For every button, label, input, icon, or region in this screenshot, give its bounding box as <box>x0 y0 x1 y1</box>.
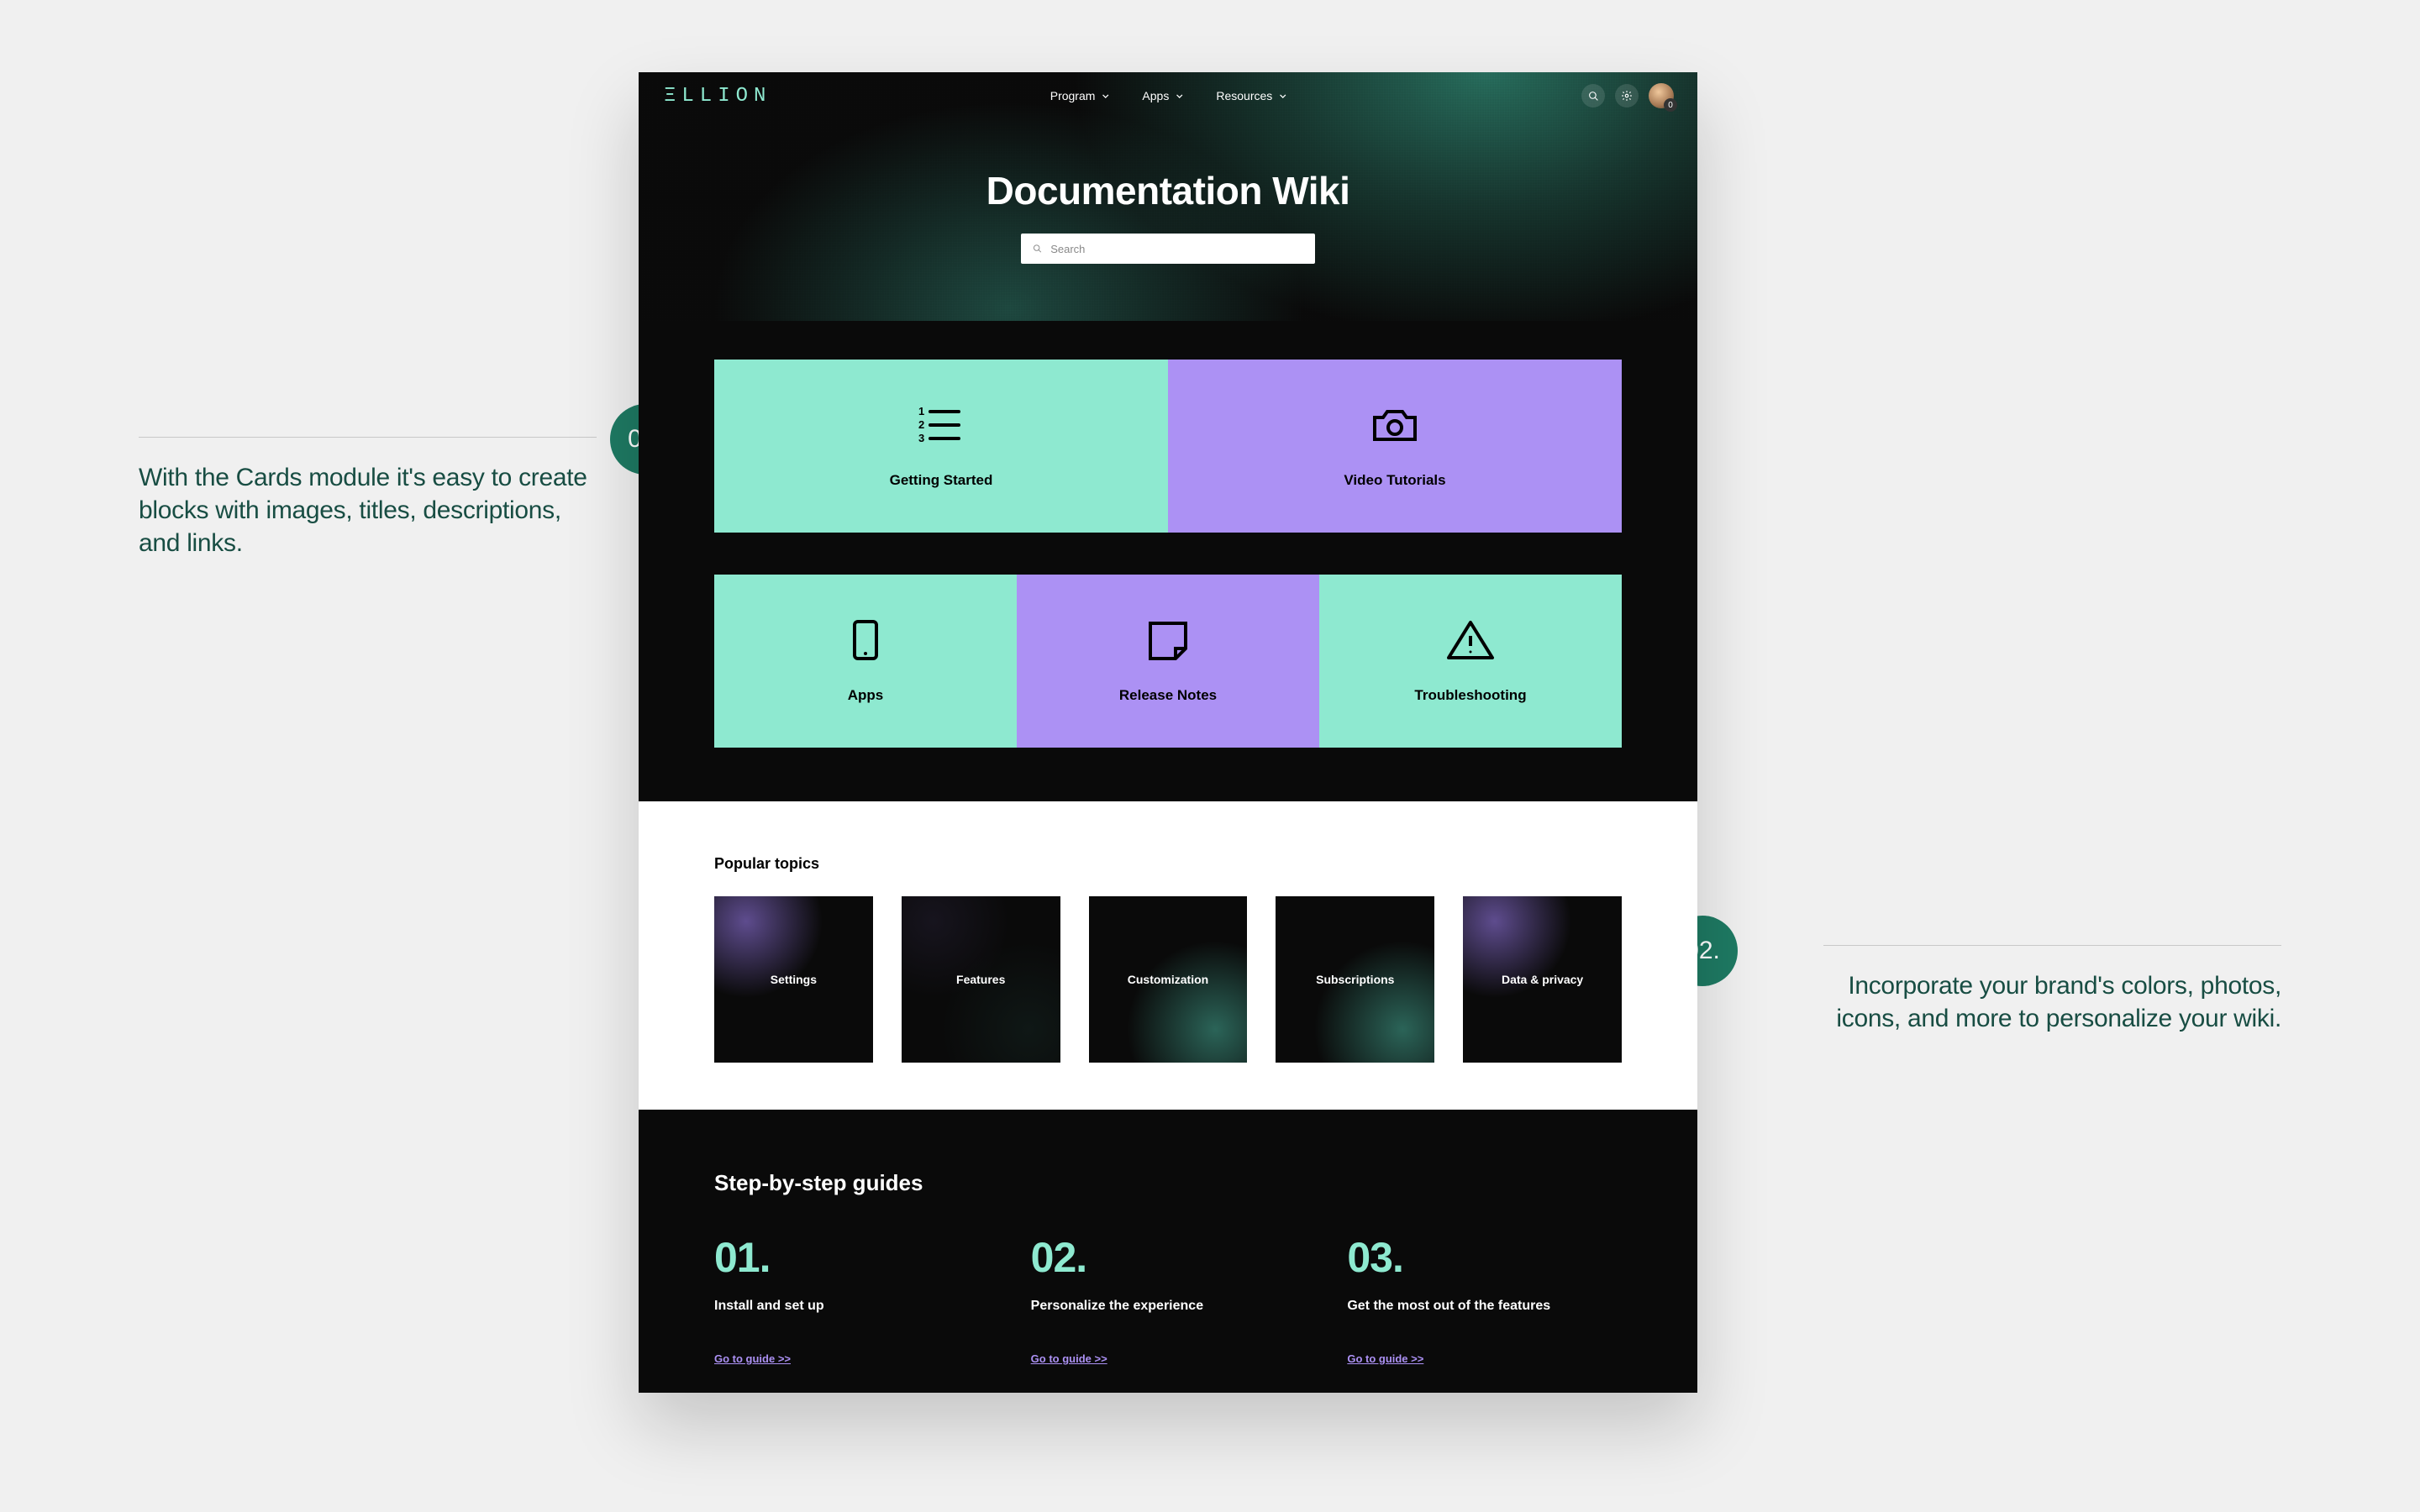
topic-features[interactable]: Features <box>902 896 1060 1063</box>
topic-label: Subscriptions <box>1316 973 1394 986</box>
nav-menu-label: Apps <box>1142 89 1169 102</box>
card-title: Video Tutorials <box>1344 472 1445 489</box>
card-getting-started[interactable]: 1 2 3 Getting Started <box>714 360 1168 533</box>
chevron-down-icon <box>1279 94 1286 98</box>
topic-customization[interactable]: Customization <box>1089 896 1248 1063</box>
card-video-tutorials[interactable]: Video Tutorials <box>1168 360 1622 533</box>
annotation-divider <box>1823 945 2281 946</box>
annotation-right-text: Incorporate your brand's colors, photos,… <box>1811 969 2281 1035</box>
card-title: Release Notes <box>1119 687 1217 704</box>
warning-icon <box>1445 618 1496 662</box>
search-icon <box>1033 244 1042 254</box>
brand-logo[interactable]: ΞLLION <box>664 85 771 108</box>
nav-menu-label: Resources <box>1216 89 1272 102</box>
guide-title: Install and set up <box>714 1299 989 1314</box>
nav-menu-program[interactable]: Program <box>1050 89 1109 102</box>
nav-menu-label: Program <box>1050 89 1096 102</box>
annotation-divider <box>139 437 597 438</box>
chevron-down-icon <box>1176 94 1182 98</box>
guide-title: Personalize the experience <box>1031 1299 1306 1314</box>
guide-number: 02. <box>1031 1233 1306 1282</box>
card-release-notes[interactable]: Release Notes <box>1017 575 1319 748</box>
card-title: Troubleshooting <box>1414 687 1526 704</box>
hero-search[interactable] <box>1021 234 1315 264</box>
camera-icon <box>1370 403 1420 447</box>
guide-link[interactable]: Go to guide >> <box>714 1352 989 1365</box>
guide-title: Get the most out of the features <box>1347 1299 1622 1314</box>
svg-text:2: 2 <box>918 418 924 431</box>
nav-menu-resources[interactable]: Resources <box>1216 89 1286 102</box>
avatar[interactable]: 0 <box>1649 83 1674 108</box>
cards-section: 1 2 3 Getting Started <box>639 321 1697 801</box>
card-troubleshooting[interactable]: Troubleshooting <box>1319 575 1622 748</box>
svg-text:3: 3 <box>918 432 924 444</box>
guide-number: 01. <box>714 1233 989 1282</box>
popular-heading: Popular topics <box>714 855 1622 873</box>
guide-link[interactable]: Go to guide >> <box>1347 1352 1622 1365</box>
svg-text:1: 1 <box>918 405 924 417</box>
phone-icon <box>840 618 891 662</box>
wiki-window: ΞLLION Program Apps Resources 0 <box>639 72 1697 1393</box>
numbered-list-icon: 1 2 3 <box>916 403 966 447</box>
annotation-left: With the Cards module it's easy to creat… <box>139 437 609 559</box>
search-icon <box>1588 91 1599 102</box>
topic-label: Settings <box>771 973 817 986</box>
guide-features: 03. Get the most out of the features Go … <box>1347 1233 1622 1365</box>
topic-data-privacy[interactable]: Data & privacy <box>1463 896 1622 1063</box>
nav-menu: Program Apps Resources <box>1050 89 1286 102</box>
search-input[interactable] <box>1050 243 1303 255</box>
guide-install: 01. Install and set up Go to guide >> <box>714 1233 989 1365</box>
nav-right: 0 <box>1581 83 1674 108</box>
gear-icon <box>1621 90 1633 102</box>
card-title: Apps <box>848 687 884 704</box>
topic-label: Data & privacy <box>1502 973 1583 986</box>
nav-menu-apps[interactable]: Apps <box>1142 89 1182 102</box>
annotation-left-text: With the Cards module it's easy to creat… <box>139 461 609 559</box>
guide-personalize: 02. Personalize the experience Go to gui… <box>1031 1233 1306 1365</box>
topic-settings[interactable]: Settings <box>714 896 873 1063</box>
cards-row-1: 1 2 3 Getting Started <box>714 360 1622 533</box>
guides-section: Step-by-step guides 01. Install and set … <box>639 1110 1697 1393</box>
topic-label: Customization <box>1128 973 1208 986</box>
settings-button[interactable] <box>1615 84 1639 108</box>
page-title: Documentation Wiki <box>639 168 1697 213</box>
search-button[interactable] <box>1581 84 1605 108</box>
topic-subscriptions[interactable]: Subscriptions <box>1276 896 1434 1063</box>
guide-row: 01. Install and set up Go to guide >> 02… <box>714 1233 1622 1365</box>
guides-heading: Step-by-step guides <box>714 1170 1622 1196</box>
guide-number: 03. <box>1347 1233 1622 1282</box>
card-title: Getting Started <box>890 472 993 489</box>
avatar-count: 0 <box>1664 98 1677 112</box>
guide-link[interactable]: Go to guide >> <box>1031 1352 1306 1365</box>
note-icon <box>1143 618 1193 662</box>
top-nav: ΞLLION Program Apps Resources 0 <box>639 72 1697 119</box>
topic-label: Features <box>956 973 1005 986</box>
cards-row-2: Apps Release Notes <box>714 575 1622 748</box>
topic-row: Settings Features Customization Subscrip… <box>714 896 1622 1063</box>
card-apps[interactable]: Apps <box>714 575 1017 748</box>
chevron-down-icon <box>1102 94 1108 98</box>
annotation-right: Incorporate your brand's colors, photos,… <box>1811 945 2281 1035</box>
popular-topics-section: Popular topics Settings Features Customi… <box>639 801 1697 1110</box>
